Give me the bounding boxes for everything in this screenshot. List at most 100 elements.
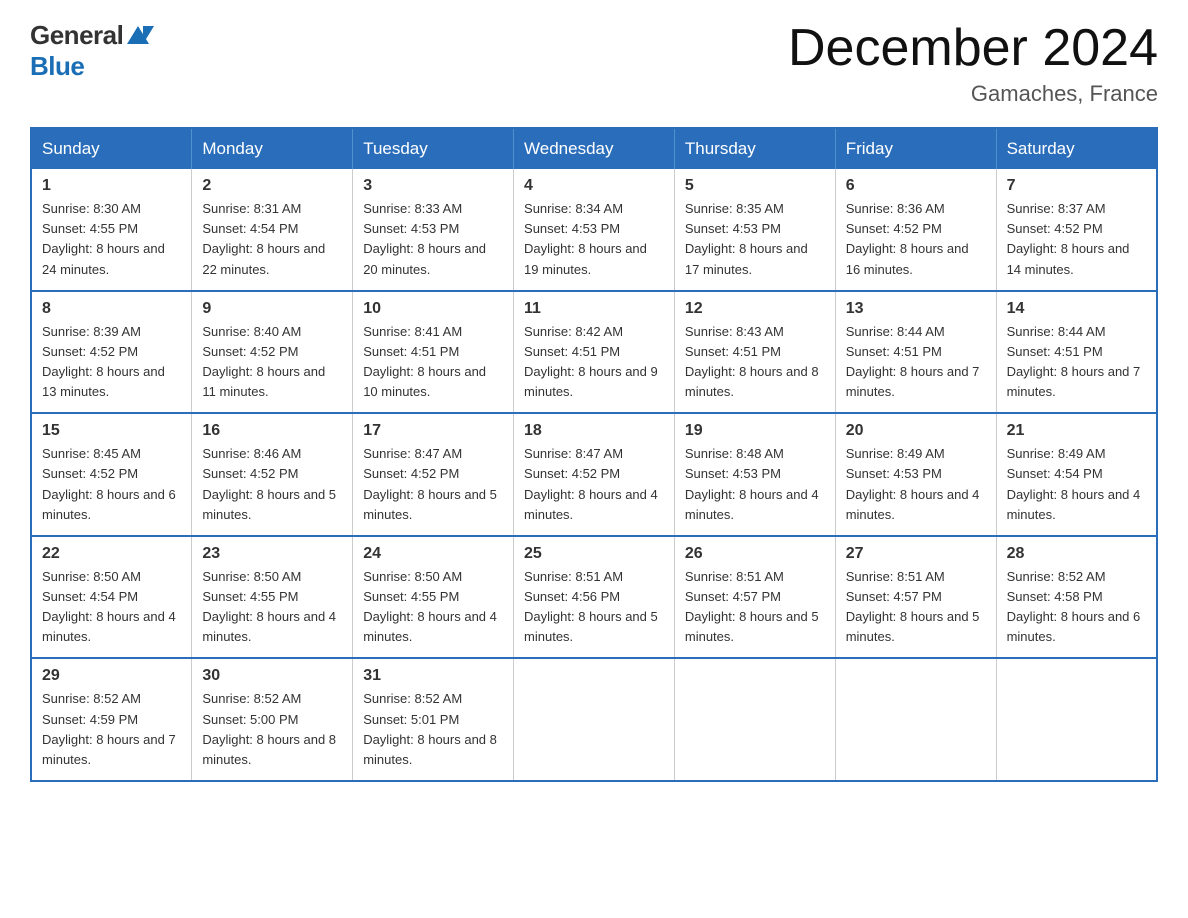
logo-icon	[127, 26, 154, 44]
day-info: Sunrise: 8:44 AMSunset: 4:51 PMDaylight:…	[1007, 322, 1146, 403]
day-number: 13	[846, 300, 986, 318]
day-info: Sunrise: 8:51 AMSunset: 4:56 PMDaylight:…	[524, 567, 664, 648]
day-number: 8	[42, 300, 181, 318]
table-row: 11 Sunrise: 8:42 AMSunset: 4:51 PMDayligh…	[514, 291, 675, 414]
day-info: Sunrise: 8:35 AMSunset: 4:53 PMDaylight:…	[685, 199, 825, 280]
table-row: 16 Sunrise: 8:46 AMSunset: 4:52 PMDayligh…	[192, 413, 353, 536]
day-number: 6	[846, 177, 986, 195]
table-row: 23Sunrise: 8:50 AMSunset: 4:55 PMDayligh…	[192, 536, 353, 659]
table-row: 26 Sunrise: 8:51 AMSunset: 4:57 PMDayligh…	[674, 536, 835, 659]
day-number: 15	[42, 422, 181, 440]
day-number: 10	[363, 300, 503, 318]
day-number: 1	[42, 177, 181, 195]
day-number: 22	[42, 545, 181, 563]
day-info: Sunrise: 8:43 AMSunset: 4:51 PMDaylight:…	[685, 322, 825, 403]
month-title: December 2024	[788, 20, 1158, 77]
location-subtitle: Gamaches, France	[788, 81, 1158, 107]
day-number: 24	[363, 545, 503, 563]
table-row: 1Sunrise: 8:30 AMSunset: 4:55 PMDaylight…	[31, 169, 192, 291]
table-row: 2 Sunrise: 8:31 AMSunset: 4:54 PMDaylight…	[192, 169, 353, 291]
header-wednesday: Wednesday	[514, 128, 675, 169]
table-row: 5 Sunrise: 8:35 AMSunset: 4:53 PMDaylight…	[674, 169, 835, 291]
day-number: 18	[524, 422, 664, 440]
table-row: 31 Sunrise: 8:52 AMSunset: 5:01 PMDayligh…	[353, 658, 514, 781]
table-row: 19Sunrise: 8:48 AMSunset: 4:53 PMDayligh…	[674, 413, 835, 536]
day-info: Sunrise: 8:42 AMSunset: 4:51 PMDaylight:…	[524, 322, 664, 403]
calendar-header-row: Sunday Monday Tuesday Wednesday Thursday…	[31, 128, 1157, 169]
table-row	[514, 658, 675, 781]
day-info: Sunrise: 8:31 AMSunset: 4:54 PMDaylight:…	[202, 199, 342, 280]
calendar-week-row: 22 Sunrise: 8:50 AMSunset: 4:54 PMDayligh…	[31, 536, 1157, 659]
day-number: 23	[202, 545, 342, 563]
table-row: 25 Sunrise: 8:51 AMSunset: 4:56 PMDayligh…	[514, 536, 675, 659]
day-info: Sunrise: 8:34 AMSunset: 4:53 PMDaylight:…	[524, 199, 664, 280]
day-info: Sunrise: 8:50 AMSunset: 4:54 PMDaylight:…	[42, 567, 181, 648]
day-info: Sunrise: 8:51 AMSunset: 4:57 PMDaylight:…	[846, 567, 986, 648]
day-number: 28	[1007, 545, 1146, 563]
calendar-week-row: 29 Sunrise: 8:52 AMSunset: 4:59 PMDayligh…	[31, 658, 1157, 781]
calendar-table: Sunday Monday Tuesday Wednesday Thursday…	[30, 127, 1158, 782]
day-number: 9	[202, 300, 342, 318]
day-info: Sunrise: 8:33 AMSunset: 4:53 PMDaylight:…	[363, 199, 503, 280]
header-friday: Friday	[835, 128, 996, 169]
table-row: 18 Sunrise: 8:47 AMSunset: 4:52 PMDayligh…	[514, 413, 675, 536]
day-number: 25	[524, 545, 664, 563]
day-number: 12	[685, 300, 825, 318]
calendar-week-row: 8 Sunrise: 8:39 AMSunset: 4:52 PMDaylight…	[31, 291, 1157, 414]
table-row: 4 Sunrise: 8:34 AMSunset: 4:53 PMDaylight…	[514, 169, 675, 291]
table-row: 27 Sunrise: 8:51 AMSunset: 4:57 PMDayligh…	[835, 536, 996, 659]
day-number: 11	[524, 300, 664, 318]
table-row: 20 Sunrise: 8:49 AMSunset: 4:53 PMDayligh…	[835, 413, 996, 536]
day-number: 27	[846, 545, 986, 563]
day-number: 14	[1007, 300, 1146, 318]
table-row	[996, 658, 1157, 781]
day-info: Sunrise: 8:41 AMSunset: 4:51 PMDaylight:…	[363, 322, 503, 403]
table-row: 29 Sunrise: 8:52 AMSunset: 4:59 PMDayligh…	[31, 658, 192, 781]
table-row: 10 Sunrise: 8:41 AMSunset: 4:51 PMDayligh…	[353, 291, 514, 414]
table-row	[835, 658, 996, 781]
day-number: 30	[202, 667, 342, 685]
day-info: Sunrise: 8:52 AMSunset: 5:00 PMDaylight:…	[202, 689, 342, 770]
table-row: 13 Sunrise: 8:44 AMSunset: 4:51 PMDayligh…	[835, 291, 996, 414]
page-header: General Blue December 2024 Gamaches, Fra…	[30, 20, 1158, 107]
day-info: Sunrise: 8:51 AMSunset: 4:57 PMDaylight:…	[685, 567, 825, 648]
header-thursday: Thursday	[674, 128, 835, 169]
day-number: 21	[1007, 422, 1146, 440]
header-sunday: Sunday	[31, 128, 192, 169]
day-info: Sunrise: 8:52 AMSunset: 4:59 PMDaylight:…	[42, 689, 181, 770]
day-info: Sunrise: 8:47 AMSunset: 4:52 PMDaylight:…	[363, 444, 503, 525]
day-info: Sunrise: 8:52 AMSunset: 5:01 PMDaylight:…	[363, 689, 503, 770]
table-row: 17Sunrise: 8:47 AMSunset: 4:52 PMDayligh…	[353, 413, 514, 536]
table-row: 28Sunrise: 8:52 AMSunset: 4:58 PMDayligh…	[996, 536, 1157, 659]
day-info: Sunrise: 8:47 AMSunset: 4:52 PMDaylight:…	[524, 444, 664, 525]
table-row: 12 Sunrise: 8:43 AMSunset: 4:51 PMDayligh…	[674, 291, 835, 414]
day-number: 31	[363, 667, 503, 685]
day-number: 26	[685, 545, 825, 563]
day-info: Sunrise: 8:46 AMSunset: 4:52 PMDaylight:…	[202, 444, 342, 525]
title-section: December 2024 Gamaches, France	[788, 20, 1158, 107]
table-row: 14 Sunrise: 8:44 AMSunset: 4:51 PMDayligh…	[996, 291, 1157, 414]
table-row	[674, 658, 835, 781]
day-info: Sunrise: 8:45 AMSunset: 4:52 PMDaylight:…	[42, 444, 181, 525]
day-number: 16	[202, 422, 342, 440]
table-row: 9 Sunrise: 8:40 AMSunset: 4:52 PMDaylight…	[192, 291, 353, 414]
day-info: Sunrise: 8:40 AMSunset: 4:52 PMDaylight:…	[202, 322, 342, 403]
logo: General Blue	[30, 20, 154, 82]
day-info: Sunrise: 8:49 AMSunset: 4:54 PMDaylight:…	[1007, 444, 1146, 525]
day-number: 2	[202, 177, 342, 195]
day-number: 5	[685, 177, 825, 195]
day-info: Sunrise: 8:44 AMSunset: 4:51 PMDaylight:…	[846, 322, 986, 403]
table-row: 3 Sunrise: 8:33 AMSunset: 4:53 PMDaylight…	[353, 169, 514, 291]
table-row: 6Sunrise: 8:36 AMSunset: 4:52 PMDaylight…	[835, 169, 996, 291]
day-number: 4	[524, 177, 664, 195]
day-number: 19	[685, 422, 825, 440]
header-tuesday: Tuesday	[353, 128, 514, 169]
day-info: Sunrise: 8:37 AMSunset: 4:52 PMDaylight:…	[1007, 199, 1146, 280]
day-number: 3	[363, 177, 503, 195]
table-row: 21 Sunrise: 8:49 AMSunset: 4:54 PMDayligh…	[996, 413, 1157, 536]
header-saturday: Saturday	[996, 128, 1157, 169]
day-number: 29	[42, 667, 181, 685]
day-info: Sunrise: 8:49 AMSunset: 4:53 PMDaylight:…	[846, 444, 986, 525]
day-number: 20	[846, 422, 986, 440]
day-info: Sunrise: 8:39 AMSunset: 4:52 PMDaylight:…	[42, 322, 181, 403]
